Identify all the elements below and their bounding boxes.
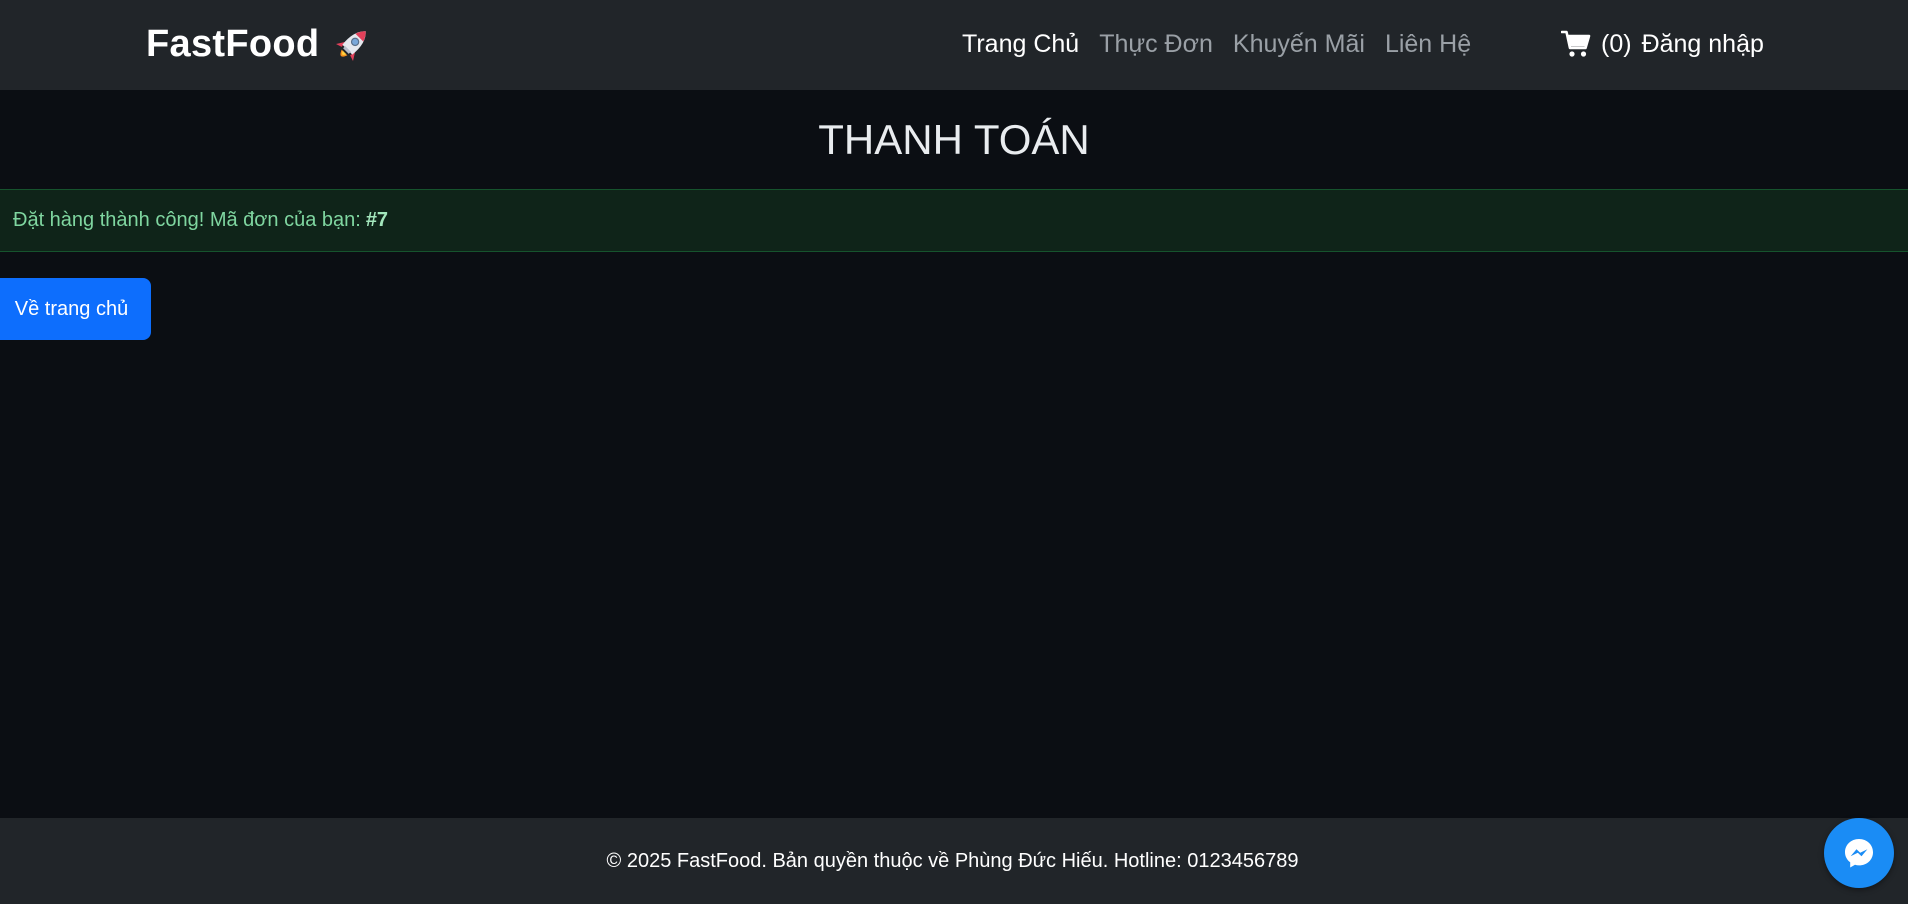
nav-link-thuc-don[interactable]: Thực Đơn <box>1099 26 1213 62</box>
footer: © 2025 FastFood. Bản quyền thuộc về Phùn… <box>0 818 1908 904</box>
cart-icon <box>1560 29 1591 59</box>
footer-text: © 2025 FastFood. Bản quyền thuộc về Phùn… <box>606 849 1299 872</box>
nav-links: Trang Chủ Thực Đơn Khuyến Mãi Liên Hệ <box>962 26 1471 62</box>
order-id: #7 <box>365 209 389 231</box>
nav-right: (0) Đăng nhập <box>1560 26 1764 62</box>
page-title: THANH TOÁN <box>818 116 1090 163</box>
success-alert: Đặt hàng thành công! Mã đơn của bạn: #7 <box>0 189 1908 252</box>
navbar: FastFood Trang Chủ Thực Đơn Khuyến Mãi L… <box>0 0 1908 90</box>
alert-message: Đặt hàng thành công! Mã đơn của bạn: <box>13 209 361 231</box>
nav-link-trang-chu[interactable]: Trang Chủ <box>962 26 1079 62</box>
nav-link-lien-he[interactable]: Liên Hệ <box>1385 26 1471 62</box>
cart-count: (0) <box>1601 30 1632 58</box>
brand-link[interactable]: FastFood <box>146 22 375 66</box>
brand-name: FastFood <box>146 23 320 65</box>
messenger-icon <box>1842 836 1876 870</box>
nav-link-khuyen-mai[interactable]: Khuyến Mãi <box>1233 26 1365 62</box>
login-link[interactable]: Đăng nhập <box>1642 26 1764 62</box>
home-button[interactable]: Về trang chủ <box>0 278 151 340</box>
rocket-icon <box>331 22 375 66</box>
messenger-button[interactable] <box>1824 818 1894 888</box>
cart-link[interactable]: (0) <box>1560 26 1632 62</box>
